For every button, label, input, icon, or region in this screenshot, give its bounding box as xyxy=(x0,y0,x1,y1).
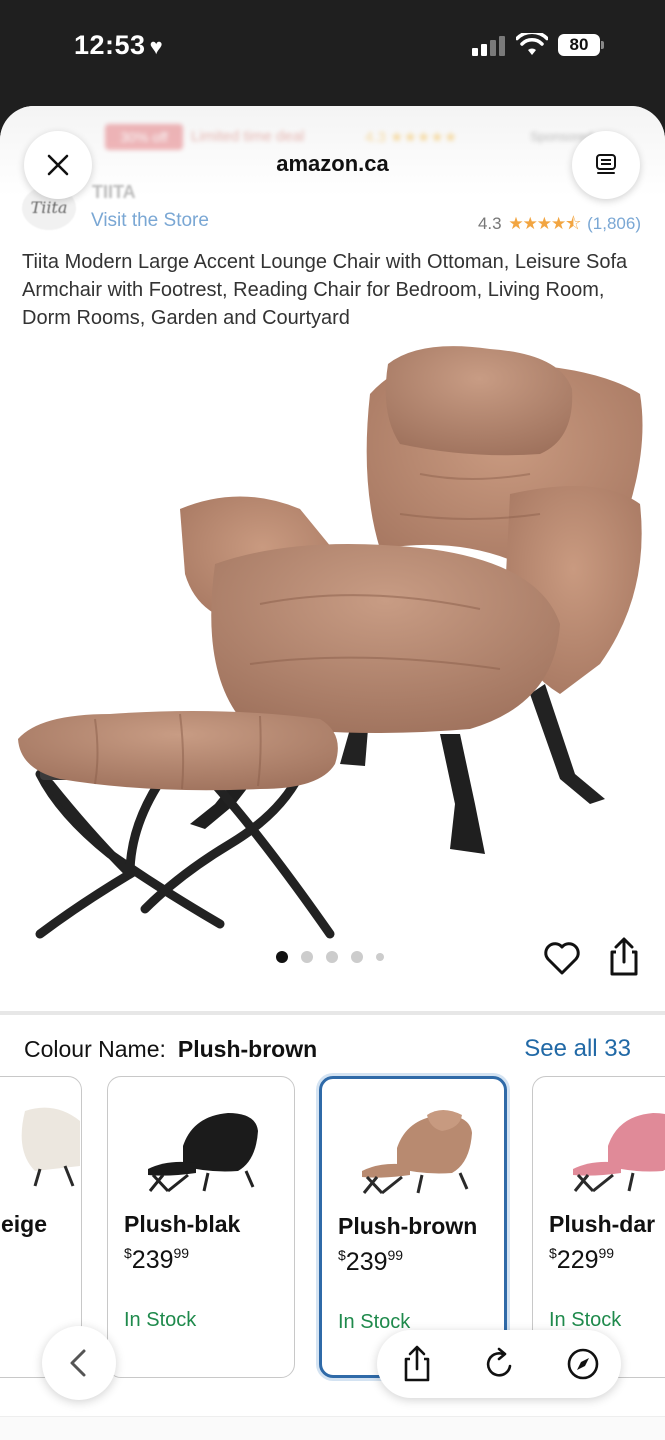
browser-sheet: 30% off Limited time deal 4.3 ★★★★★ Spon… xyxy=(0,106,665,1440)
reader-icon xyxy=(596,154,616,174)
colour-label-text: Colour Name: xyxy=(24,1036,166,1062)
rating-summary[interactable]: 4.3 ★★★★⯪ (1,806) xyxy=(478,211,641,240)
price-cents: 99 xyxy=(598,1245,615,1261)
pagination-dot[interactable] xyxy=(276,951,288,963)
variant-thumbnail xyxy=(573,1113,665,1193)
close-icon xyxy=(47,154,69,176)
back-button[interactable] xyxy=(42,1326,116,1400)
bottom-strip xyxy=(0,1416,665,1440)
star-rating-icon: ★★★★⯪ xyxy=(508,214,581,233)
price-whole: 229 xyxy=(556,1246,599,1274)
price-whole: 239 xyxy=(131,1246,174,1274)
pagination-dot[interactable] xyxy=(326,951,338,963)
stock-status: In Stock xyxy=(124,1309,197,1331)
pagination-dot[interactable] xyxy=(301,951,313,963)
stock-status: In Stock xyxy=(338,1311,411,1333)
see-all-colours-link[interactable]: See all 33 xyxy=(524,1035,631,1063)
price-whole: 239 xyxy=(345,1248,388,1276)
battery-indicator: 80 xyxy=(558,34,600,56)
stock-status: In Stock xyxy=(549,1309,622,1331)
heart-icon: ♥ xyxy=(149,34,164,59)
reader-button[interactable] xyxy=(572,131,640,199)
background-deal-row: 30% off Limited time deal 4.3 ★★★★★ Spon… xyxy=(105,124,625,150)
visit-store-link[interactable]: Visit the Store xyxy=(91,210,209,232)
battery-tip xyxy=(601,41,604,49)
currency-symbol: $ xyxy=(549,1245,557,1261)
variant-name: Plush-brown xyxy=(338,1213,478,1239)
variant-thumbnail xyxy=(21,1107,80,1187)
divider xyxy=(0,1011,665,1015)
product-title: Tiita Modern Large Accent Lounge Chair w… xyxy=(22,251,628,329)
brand-name: TIITA xyxy=(92,182,136,202)
deal-text: Limited time deal xyxy=(191,128,305,145)
compass-icon[interactable] xyxy=(563,1344,603,1384)
deal-rating: 4.3 ★★★★★ xyxy=(365,129,458,146)
variant-name: eige xyxy=(1,1211,48,1237)
pagination-dot[interactable] xyxy=(376,953,384,961)
colour-name-label: Colour Name: Plush-brown xyxy=(24,1036,317,1063)
currency-symbol: $ xyxy=(124,1245,132,1261)
review-count[interactable]: (1,806) xyxy=(587,214,641,233)
heart-icon[interactable] xyxy=(542,938,582,978)
status-bar: 12:53 ♥ 80 xyxy=(0,0,665,95)
variant-card-plush-blak[interactable]: Plush-blak $23999 In Stock xyxy=(107,1076,295,1378)
deal-rating-value: 4.3 xyxy=(365,129,386,146)
clock-time: 12:53 xyxy=(74,30,146,60)
variant-price: $22999 xyxy=(549,1245,614,1275)
selected-colour: Plush-brown xyxy=(177,1036,318,1062)
wifi-icon xyxy=(516,33,548,55)
variant-name: Plush-blak xyxy=(124,1211,241,1237)
signal-icon xyxy=(472,36,506,56)
price-cents: 99 xyxy=(173,1245,190,1261)
close-button[interactable] xyxy=(24,131,92,199)
product-image[interactable] xyxy=(0,334,665,944)
browser-toolbar xyxy=(377,1330,621,1398)
variant-price: $23999 xyxy=(124,1245,189,1275)
variant-thumbnail xyxy=(362,1110,472,1195)
share-icon[interactable] xyxy=(397,1344,437,1384)
price-cents: 99 xyxy=(387,1247,404,1263)
variant-thumbnail xyxy=(148,1113,258,1193)
share-icon[interactable] xyxy=(604,936,644,978)
deal-badge: 30% off xyxy=(105,124,183,150)
variant-price: $23999 xyxy=(338,1247,403,1277)
chevron-left-icon xyxy=(70,1349,86,1377)
rating-value: 4.3 xyxy=(477,214,502,233)
clock: 12:53 ♥ xyxy=(74,30,163,61)
variant-name: Plush-dar xyxy=(549,1211,656,1237)
currency-symbol: $ xyxy=(338,1247,346,1263)
reload-icon[interactable] xyxy=(479,1344,519,1384)
pagination-dot[interactable] xyxy=(351,951,363,963)
